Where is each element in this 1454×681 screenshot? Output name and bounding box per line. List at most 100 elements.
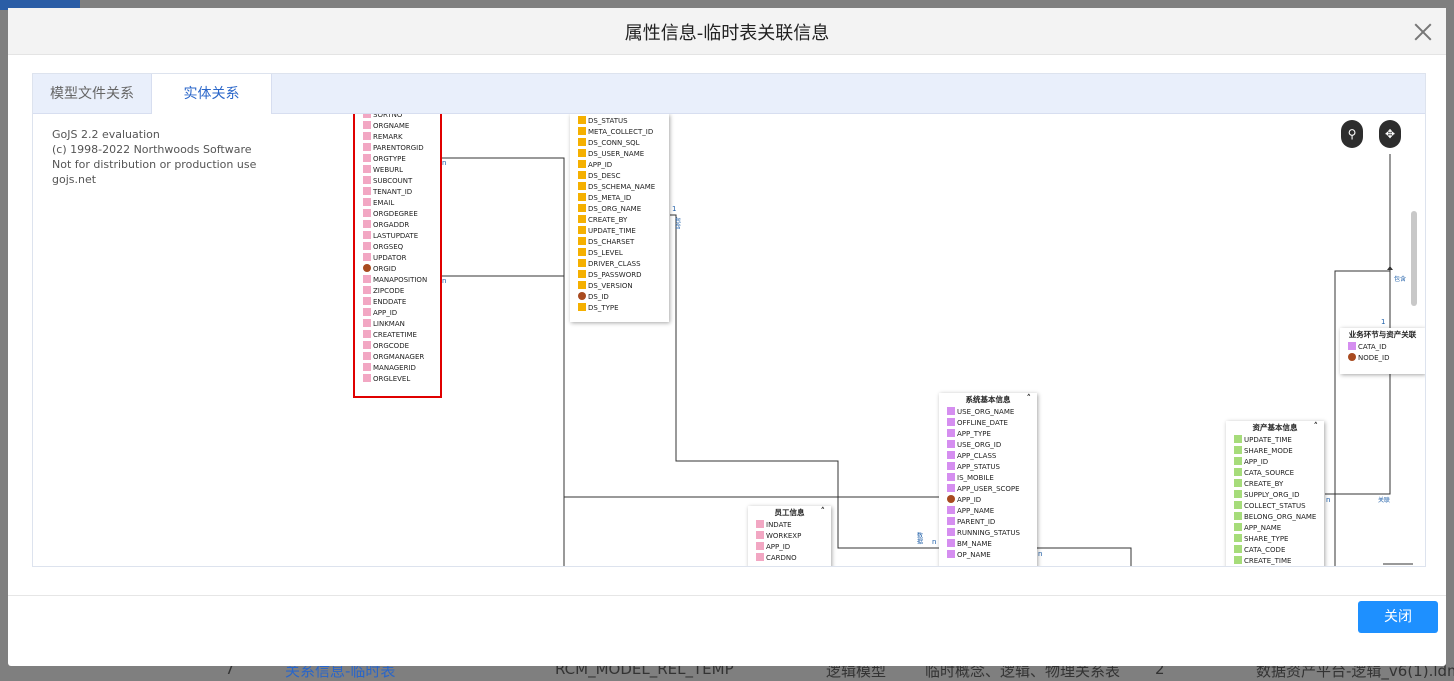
- column-icon: [363, 143, 371, 151]
- column-icon: [578, 182, 586, 190]
- entity-field: CREATETIME: [355, 330, 440, 341]
- entity-field: WEBURL: [355, 165, 440, 176]
- column-icon: [578, 204, 586, 212]
- collapse-caret-icon[interactable]: ˄: [821, 505, 826, 519]
- field-name: PARENT_ID: [957, 518, 996, 526]
- modal-header: 属性信息-临时表关联信息: [8, 8, 1446, 55]
- entity-asset-basic-info[interactable]: 资产基本信息 ˄ UPDATE_TIME SHARE_MODE APP_ID CATA_S…: [1226, 421, 1324, 566]
- entity-field: USE_ORG_ID: [939, 440, 1037, 451]
- link-label: n: [1326, 496, 1330, 504]
- column-icon: [578, 116, 586, 124]
- column-icon: [578, 281, 586, 289]
- column-icon: [947, 429, 955, 437]
- field-name: COLLECT_STATUS: [1244, 502, 1306, 510]
- entity-field: APP_NAME: [939, 506, 1037, 517]
- field-name: INDATE: [766, 521, 792, 529]
- field-name: SUPPLY_ORG_ID: [1244, 491, 1300, 499]
- field-name: RUNNING_STATUS: [957, 529, 1020, 537]
- close-icon[interactable]: [1412, 21, 1434, 43]
- tab-entity-relation[interactable]: 实体关系: [151, 74, 272, 114]
- field-name: DS_STATUS: [588, 117, 628, 125]
- entity-field: DS_ORG_NAME: [570, 204, 669, 215]
- entity-field: TENANT_ID: [355, 187, 440, 198]
- entity-title: 员工信息 ˄: [774, 505, 826, 519]
- field-name: SHARE_MODE: [1244, 447, 1293, 455]
- field-name: WORKEXP: [766, 532, 802, 540]
- field-name: APP_ID: [1244, 458, 1269, 466]
- column-icon: [1234, 457, 1242, 465]
- entity-field: IS_MOBILE: [939, 473, 1037, 484]
- column-icon: [578, 259, 586, 267]
- column-icon: [756, 553, 764, 561]
- entity-business-asset-link[interactable]: 业务环节与资产关联 CATA_ID NODE_ID: [1340, 328, 1425, 374]
- field-name: CREATETIME: [373, 331, 417, 339]
- entity-field: EMAIL: [355, 198, 440, 209]
- tab-model-file-relation[interactable]: 模型文件关系: [33, 74, 151, 113]
- diagram-canvas[interactable]: GoJS 2.2 evaluation (c) 1998-2022 Northw…: [33, 114, 1425, 566]
- entity-field: UPDATOR: [355, 253, 440, 264]
- entity-employee-info[interactable]: 员工信息 ˄ INDATE WORKEXP APP_ID CARDNO: [748, 506, 831, 566]
- field-name: ORGNAME: [373, 122, 410, 130]
- collapse-caret-icon[interactable]: ˄: [1027, 392, 1032, 406]
- entity-field: ORGLEVEL: [355, 374, 440, 385]
- column-icon: [363, 165, 371, 173]
- column-icon: [1234, 435, 1242, 443]
- link-label: n: [442, 277, 446, 285]
- column-icon: [947, 528, 955, 536]
- entity-title: 资产基本信息 ˄: [1252, 420, 1319, 434]
- entity-field: COLLECT_STATUS: [1226, 501, 1324, 512]
- field-name: DS_ID: [588, 293, 609, 301]
- column-icon: [363, 176, 371, 184]
- entity-datasource[interactable]: DS_STATUS META_COLLECT_ID DS_CONN_SQL DS_US…: [570, 114, 669, 322]
- field-name: ORGDEGREE: [373, 210, 418, 218]
- entity-field: DS_CONN_SQL: [570, 138, 669, 149]
- field-name: USE_ORG_NAME: [957, 408, 1015, 416]
- entity-field: ORGCODE: [355, 341, 440, 352]
- field-name: WEBURL: [373, 166, 404, 174]
- entity-field: PARENT_ID: [939, 517, 1037, 528]
- field-name: ZIPCODE: [373, 287, 405, 295]
- column-icon: [363, 363, 371, 371]
- primary-key-icon: [947, 495, 955, 503]
- entity-field: OP_NAME: [939, 550, 1037, 561]
- column-icon: [947, 418, 955, 426]
- entity-field: ORGADDR: [355, 220, 440, 231]
- entity-field: SHARE_MODE: [1226, 446, 1324, 457]
- column-icon: [363, 198, 371, 206]
- primary-key-icon: [1348, 353, 1356, 361]
- column-icon: [363, 319, 371, 327]
- vertical-scrollbar[interactable]: [1411, 211, 1417, 306]
- column-icon: [363, 330, 371, 338]
- field-name: ENDDATE: [373, 298, 407, 306]
- column-icon: [1234, 490, 1242, 498]
- column-icon: [1234, 534, 1242, 542]
- field-name: BM_NAME: [957, 540, 992, 548]
- close-button[interactable]: 关闭: [1358, 601, 1438, 633]
- column-icon: [756, 542, 764, 550]
- column-icon: [578, 248, 586, 256]
- search-icon[interactable]: ⚲: [1341, 120, 1363, 148]
- link-label: n: [932, 538, 936, 546]
- entity-field: DS_LEVEL: [570, 248, 669, 259]
- field-name: CATA_CODE: [1244, 546, 1286, 554]
- entity-field: CATA_SOURCE: [1226, 468, 1324, 479]
- entity-field: WORKEXP: [748, 531, 831, 542]
- field-name: APP_NAME: [957, 507, 995, 515]
- field-name: APP_TYPE: [957, 430, 991, 438]
- entity-field: DS_USER_NAME: [570, 149, 669, 160]
- column-icon: [363, 209, 371, 217]
- column-icon: [947, 462, 955, 470]
- link-label: 包含: [1394, 275, 1406, 283]
- move-icon[interactable]: ✥: [1379, 120, 1401, 148]
- field-name: APP_ID: [588, 161, 613, 169]
- field-name: ORGLEVEL: [373, 375, 411, 383]
- field-name: DS_CONN_SQL: [588, 139, 640, 147]
- collapse-caret-icon[interactable]: ˄: [1314, 420, 1319, 434]
- entity-org[interactable]: SORTNO ORGNAME REMARK PARENTORGID ORGTYPE WEB…: [353, 114, 442, 398]
- entity-field: APP_ID: [1226, 457, 1324, 468]
- field-name: USE_ORG_ID: [957, 441, 1002, 449]
- column-icon: [947, 550, 955, 558]
- tab-bar: 模型文件关系 实体关系: [33, 74, 1425, 114]
- entity-system-basic-info[interactable]: 系统基本信息 ˄ USE_ORG_NAME OFFLINE_DATE APP_TYPE U…: [939, 393, 1037, 566]
- entity-field: SHARE_TYPE: [1226, 534, 1324, 545]
